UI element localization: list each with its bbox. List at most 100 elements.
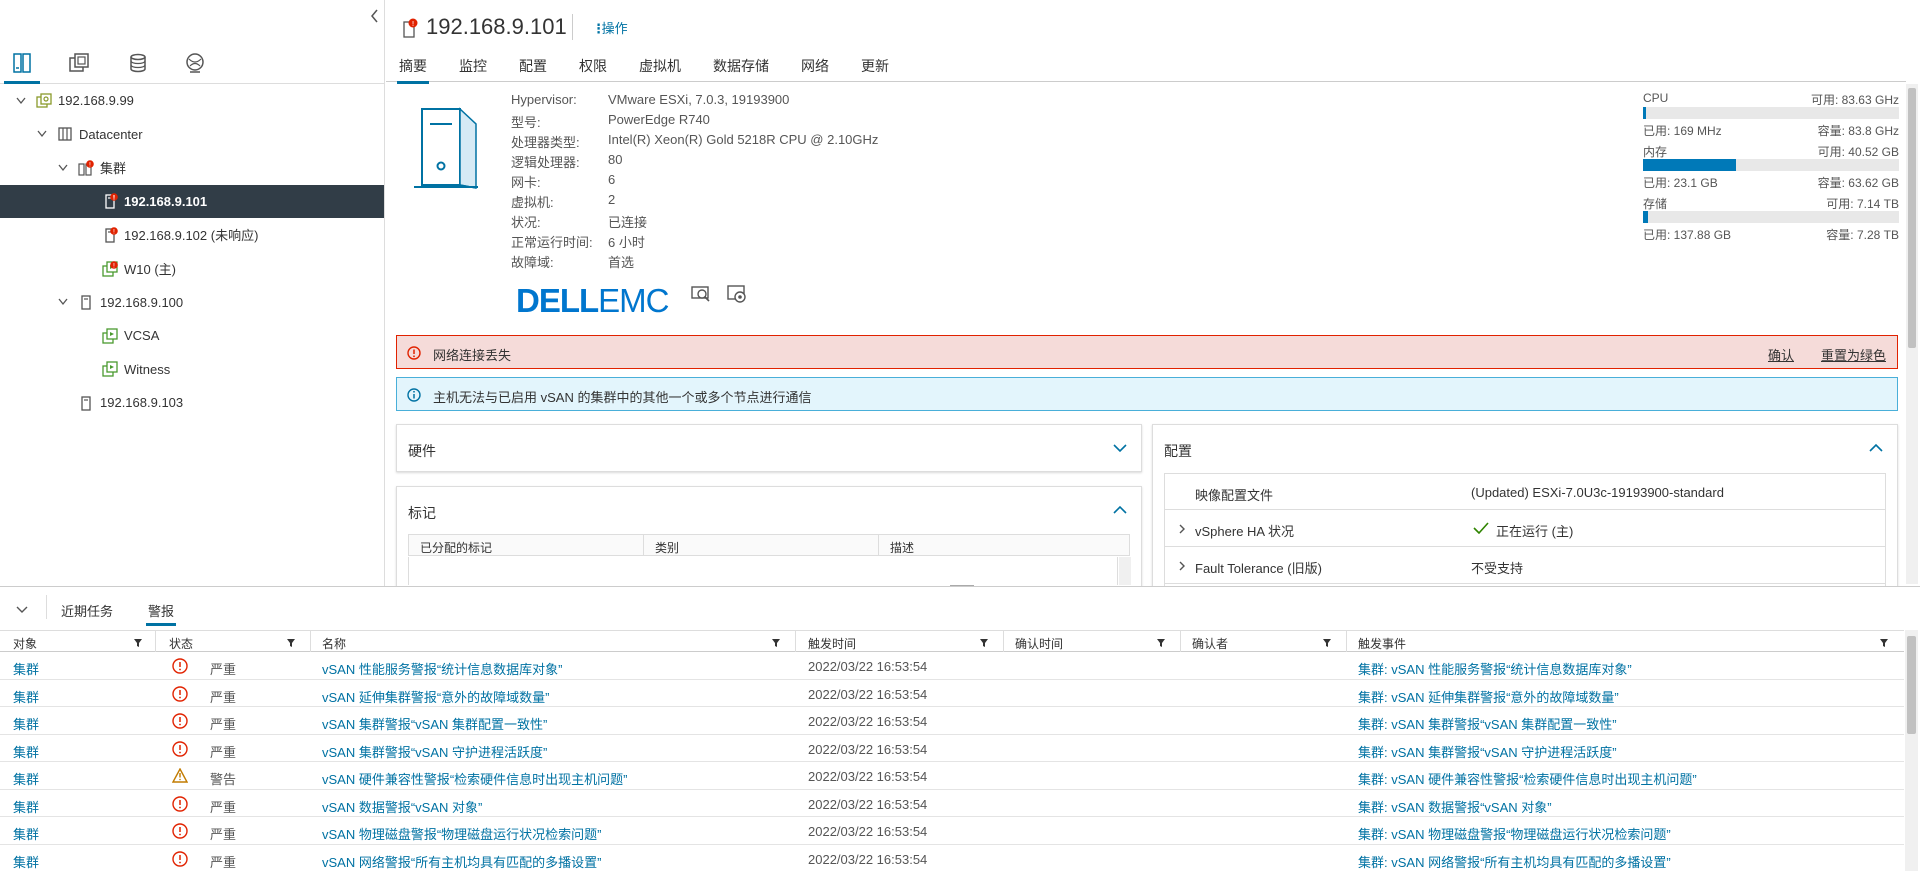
collapse-navigator-icon[interactable] [368, 8, 382, 24]
filter-icon[interactable] [1879, 637, 1889, 647]
tab-monitor[interactable]: 监控 [459, 56, 487, 76]
tab-vms[interactable]: 虚拟机 [639, 56, 681, 76]
cell-trigger-event[interactable]: 集群: vSAN 集群警报“vSAN 守护进程活跃度” [1358, 742, 1617, 761]
chevron-down-icon[interactable] [15, 95, 27, 107]
alarm-row[interactable]: 集群 严重 vSAN 集群警报“vSAN 集群配置一致性” 2022/03/22 16… [0, 707, 1904, 735]
tree-item[interactable]: 192.168.9.100 [0, 286, 384, 319]
cell-alarm-name[interactable]: vSAN 性能服务警报“统计信息数据库对象” [322, 659, 563, 678]
tree-item-label: 192.168.9.99 [58, 93, 134, 108]
cell-alarm-name[interactable]: vSAN 物理磁盘警报“物理磁盘运行状况检索问题” [322, 824, 602, 843]
tree-item[interactable]: VCSA [0, 319, 384, 352]
cell-trigger-event[interactable]: 集群: vSAN 物理磁盘警报“物理磁盘运行状况检索问题” [1358, 824, 1671, 843]
hardware-search-icon[interactable] [690, 284, 712, 307]
alarm-row[interactable]: 集群 严重 vSAN 性能服务警报“统计信息数据库对象” 2022/03/22 16:… [0, 652, 1904, 680]
cell-trigger-event[interactable]: 集群: vSAN 性能服务警报“统计信息数据库对象” [1358, 659, 1632, 678]
vendor-logo: DELLEMC [516, 282, 670, 320]
hardware-card[interactable]: 硬件 [396, 424, 1142, 472]
col-ack-by[interactable]: 确认者 [1192, 635, 1228, 652]
chevron-up-icon[interactable] [1113, 504, 1127, 518]
col-status[interactable]: 状态 [169, 635, 193, 652]
collapse-panel-chevron-icon[interactable] [16, 603, 28, 617]
tab-alarms[interactable]: 警报 [145, 601, 177, 626]
vms-templates-tab-icon[interactable] [65, 50, 93, 76]
divider [46, 595, 47, 619]
tree-item[interactable]: 192.168.9.99 [0, 84, 384, 117]
filter-icon[interactable] [771, 637, 781, 647]
filter-icon[interactable] [1322, 637, 1332, 647]
tree-item[interactable]: ! W10 (主) [0, 252, 384, 285]
filter-icon[interactable] [133, 637, 143, 647]
cell-trigger-event[interactable]: 集群: vSAN 网络警报“所有主机均具有匹配的多播设置” [1358, 852, 1671, 871]
alarm-row[interactable]: 集群 严重 vSAN 数据警报“vSAN 对象” 2022/03/22 16:53:5… [0, 790, 1904, 817]
col-trigger-event[interactable]: 触发事件 [1358, 635, 1406, 652]
chevron-right-icon[interactable] [1178, 523, 1186, 537]
filter-icon[interactable] [979, 637, 989, 647]
filter-icon[interactable] [286, 637, 296, 647]
alarms-scrollbar-thumb[interactable] [1907, 636, 1916, 734]
info-value: VMware ESXi, 7.0.3, 19193900 [608, 92, 790, 107]
cell-trigger-event[interactable]: 集群: vSAN 数据警报“vSAN 对象” [1358, 797, 1552, 816]
cell-object[interactable]: 集群 [13, 659, 39, 678]
chevron-right-icon[interactable] [1178, 560, 1186, 574]
cell-object[interactable]: 集群 [13, 714, 39, 733]
cell-object[interactable]: 集群 [13, 742, 39, 761]
col-ack-time[interactable]: 确认时间 [1015, 635, 1063, 652]
alarm-row[interactable]: 集群 严重 vSAN 网络警报“所有主机均具有匹配的多播设置” 2022/03/22 … [0, 845, 1904, 871]
networking-tab-icon[interactable] [181, 50, 209, 76]
alarm-row[interactable]: 集群 严重 vSAN 集群警报“vSAN 守护进程活跃度” 2022/03/22 16… [0, 735, 1904, 762]
cell-alarm-name[interactable]: vSAN 硬件兼容性警报“检索硬件信息时出现主机问题” [322, 769, 628, 788]
cell-object[interactable]: 集群 [13, 824, 39, 843]
cell-trigger-event[interactable]: 集群: vSAN 延伸集群警报“意外的故障域数量” [1358, 687, 1619, 706]
main-scrollbar-thumb[interactable] [1908, 88, 1916, 348]
cell-alarm-name[interactable]: vSAN 数据警报“vSAN 对象” [322, 797, 482, 816]
chevron-down-icon[interactable] [57, 296, 69, 308]
config-row-fault-tolerance[interactable]: Fault Tolerance (旧版) 不受支持 [1165, 547, 1885, 584]
storage-tab-icon[interactable] [124, 50, 152, 76]
cell-alarm-name[interactable]: vSAN 网络警报“所有主机均具有匹配的多播设置” [322, 852, 602, 871]
chevron-down-icon[interactable] [1113, 442, 1127, 456]
col-name[interactable]: 名称 [322, 635, 346, 652]
tree-item[interactable]: ! 192.168.9.102 (未响应) [0, 218, 384, 251]
main-scrollbar[interactable] [1906, 84, 1918, 584]
filter-icon[interactable] [1156, 637, 1166, 647]
tree-item[interactable]: Datacenter [0, 118, 384, 151]
tab-recent-tasks[interactable]: 近期任务 [61, 601, 113, 620]
alarm-row[interactable]: 集群 警告 vSAN 硬件兼容性警报“检索硬件信息时出现主机问题” 2022/03/2… [0, 762, 1904, 790]
tree-item[interactable]: Witness [0, 353, 384, 386]
chevron-up-icon[interactable] [1869, 442, 1883, 456]
tree-item[interactable]: ! 集群 [0, 151, 384, 184]
tags-scrollbar[interactable] [1119, 557, 1131, 585]
chevron-down-icon[interactable] [36, 128, 48, 140]
tab-configure[interactable]: 配置 [519, 56, 547, 76]
cell-trigger-event[interactable]: 集群: vSAN 集群警报“vSAN 集群配置一致性” [1358, 714, 1617, 733]
tree-item[interactable]: 192.168.9.103 [0, 386, 384, 419]
cell-alarm-name[interactable]: vSAN 延伸集群警报“意外的故障域数量” [322, 687, 550, 706]
acknowledge-link[interactable]: 确认 [1768, 345, 1794, 364]
cell-object[interactable]: 集群 [13, 769, 39, 788]
tree-item[interactable]: ! 192.168.9.101 [0, 184, 384, 218]
hardware-settings-icon[interactable] [726, 283, 748, 308]
cell-object[interactable]: 集群 [13, 687, 39, 706]
tab-permissions[interactable]: 权限 [579, 56, 607, 76]
col-triggered-time[interactable]: 触发时间 [808, 635, 856, 652]
column-divider [643, 535, 644, 555]
cell-alarm-name[interactable]: vSAN 集群警报“vSAN 集群配置一致性” [322, 714, 547, 733]
tab-summary[interactable]: 摘要 [397, 56, 429, 84]
bottom-panel: 近期任务 警报 对象 状态 名称 触发时间 确认时间 确认者 触发事件 集群 严重… [0, 586, 1920, 871]
cell-trigger-event[interactable]: 集群: vSAN 硬件兼容性警报“检索硬件信息时出现主机问题” [1358, 769, 1697, 788]
alarm-row[interactable]: 集群 严重 vSAN 延伸集群警报“意外的故障域数量” 2022/03/22 16:5… [0, 680, 1904, 707]
chevron-down-icon[interactable] [57, 162, 69, 174]
tab-networks[interactable]: 网络 [801, 56, 829, 76]
reset-to-green-link[interactable]: 重置为绿色 [1821, 345, 1886, 364]
alarms-scrollbar[interactable] [1905, 630, 1918, 871]
cell-alarm-name[interactable]: vSAN 集群警报“vSAN 守护进程活跃度” [322, 742, 547, 761]
col-object[interactable]: 对象 [13, 635, 37, 652]
alarm-row[interactable]: 集群 严重 vSAN 物理磁盘警报“物理磁盘运行状况检索问题” 2022/03/22 … [0, 817, 1904, 845]
cell-object[interactable]: 集群 [13, 797, 39, 816]
cell-object[interactable]: 集群 [13, 852, 39, 871]
hosts-clusters-tab-icon[interactable] [4, 50, 40, 84]
actions-menu[interactable]: ⋮ 操作 [592, 18, 628, 37]
tab-updates[interactable]: 更新 [861, 56, 889, 76]
tab-datastores[interactable]: 数据存储 [713, 56, 769, 76]
config-row-vsphere-ha[interactable]: vSphere HA 状况 正在运行 (主) [1165, 510, 1885, 547]
